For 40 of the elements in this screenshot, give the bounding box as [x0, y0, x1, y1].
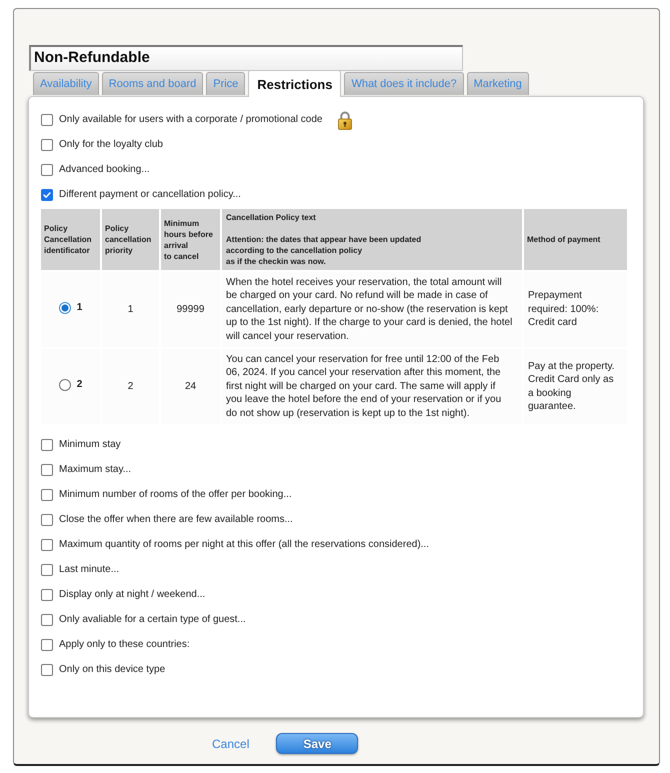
tab[interactable]: Restrictions	[248, 70, 342, 97]
checkbox[interactable]	[41, 514, 53, 526]
checkbox-label[interactable]: Only avaliable for a certain type of guest...	[59, 614, 246, 626]
header-title: Cancellation Policy text	[226, 212, 317, 223]
policy-id: 2	[76, 378, 82, 392]
checkbox[interactable]	[41, 588, 53, 601]
table-header: Method of payment	[524, 209, 627, 270]
checkbox[interactable]	[41, 114, 53, 126]
checkbox[interactable]	[41, 438, 53, 451]
checkbox-label[interactable]: Maximum stay...	[59, 464, 132, 476]
table-header: Policy Cancellation identificator	[41, 209, 100, 270]
checkbox-label[interactable]: Apply only to these countries:	[59, 639, 190, 650]
checkbox[interactable]	[41, 614, 53, 626]
checkbox-label[interactable]: Only on this device type	[59, 664, 166, 676]
checkbox[interactable]	[41, 564, 53, 576]
checkbox[interactable]	[41, 464, 53, 476]
checkbox-label[interactable]: Maximum quantity of rooms per night at this offer (all the reservations considered)...	[59, 539, 429, 550]
checkbox-label[interactable]: Only for the loyalty club	[59, 139, 163, 150]
checkbox-label[interactable]: Only available for users with a corporate / promotional code	[59, 114, 322, 125]
header-note: Attention: the dates that appear have been updated according to the cancellation policy as if the checkin was now.	[226, 234, 422, 267]
checkbox[interactable]	[41, 488, 53, 501]
checkbox-label[interactable]: Display only at night / weekend...	[59, 589, 206, 600]
table-header: Policy cancellation priority	[102, 209, 159, 270]
checkbox-label[interactable]: Close the offer when there are few available rooms...	[59, 514, 293, 526]
checkbox[interactable]	[41, 138, 53, 150]
checkbox-label[interactable]: Different payment or cancellation policy...	[59, 189, 241, 200]
checkbox-label[interactable]: Minimum stay	[59, 439, 121, 450]
checkbox[interactable]	[41, 164, 53, 176]
checkbox[interactable]	[41, 638, 53, 651]
table-header: Minimum hours before arrival to cancel	[161, 209, 220, 270]
policy-id: 1	[76, 300, 82, 314]
radio-button[interactable]	[58, 302, 71, 314]
title-field[interactable]: Non-Refundable	[29, 45, 463, 71]
checkbox[interactable]	[41, 538, 53, 551]
checkbox[interactable]	[41, 188, 53, 200]
checkbox-label[interactable]: Minimum number of rooms of the offer per booking...	[59, 489, 292, 500]
checkbox-label[interactable]: Advanced booking...	[59, 164, 150, 175]
checkbox-label[interactable]: Last minute...	[59, 564, 120, 576]
checkbox[interactable]	[41, 664, 53, 676]
radio-button[interactable]	[58, 378, 71, 391]
